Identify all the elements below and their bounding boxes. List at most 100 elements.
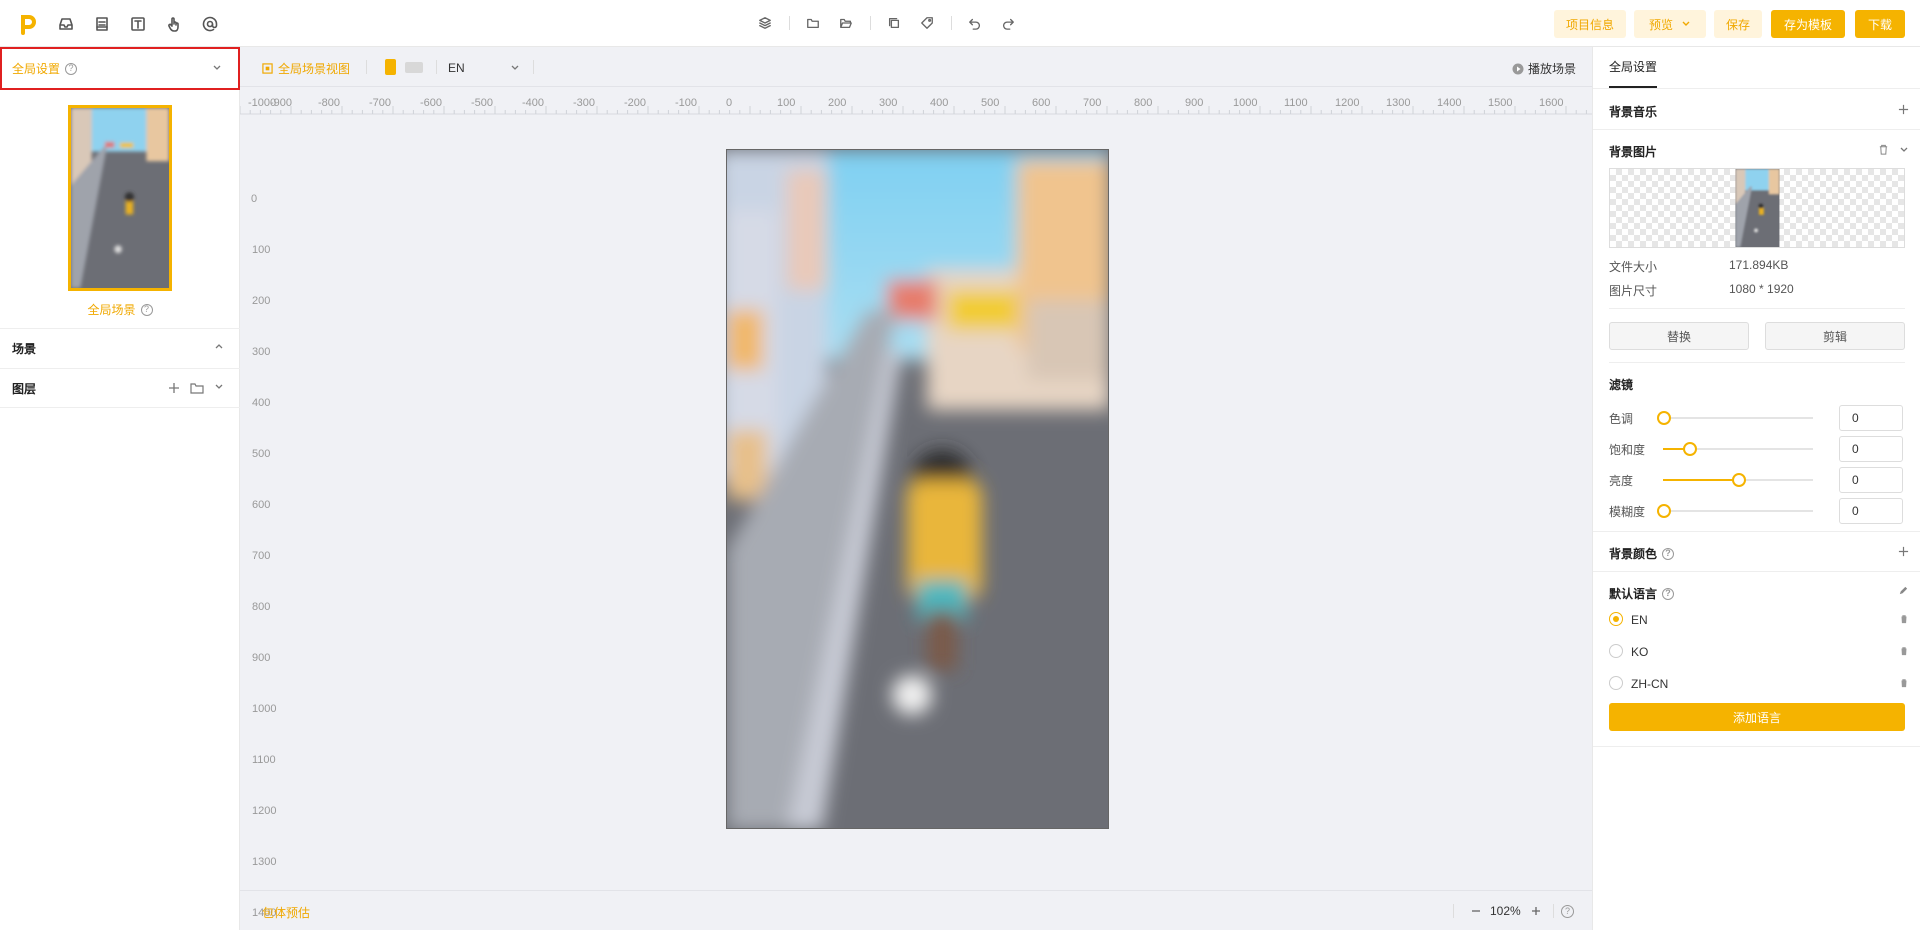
language-ko-label: KO: [1631, 645, 1649, 659]
global-scene-label[interactable]: 全局场景 ?: [0, 301, 240, 318]
download-label: 下载: [1867, 17, 1892, 32]
hue-slider[interactable]: [1657, 411, 1813, 425]
orientation-landscape[interactable]: [405, 62, 423, 73]
save-template-button[interactable]: 存为模板: [1771, 10, 1845, 38]
ruler-label: -900: [270, 97, 293, 109]
project-info-button[interactable]: 项目信息: [1554, 10, 1626, 38]
touch-icon[interactable]: [164, 14, 184, 34]
trash-icon[interactable]: [1899, 614, 1909, 624]
file-size-value: 171.894KB: [1729, 258, 1789, 272]
chevron-up-icon[interactable]: [214, 342, 224, 352]
zoom-out-icon[interactable]: [1471, 906, 1481, 916]
help-icon[interactable]: ?: [1561, 905, 1574, 918]
copy-icon[interactable]: [886, 15, 902, 31]
hue-value: 0: [1852, 411, 1859, 425]
blur-input[interactable]: 0: [1839, 498, 1903, 524]
chevron-down-icon[interactable]: [510, 63, 520, 73]
crop-label: 剪辑: [1822, 329, 1847, 344]
help-icon[interactable]: ?: [65, 62, 78, 75]
help-icon[interactable]: ?: [1662, 587, 1675, 600]
language-radio-zh-cn[interactable]: [1609, 676, 1623, 690]
plus-icon[interactable]: [1898, 546, 1909, 557]
global-scene-thumbnail[interactable]: [68, 105, 172, 291]
image-size-label: 图片尺寸: [1609, 284, 1658, 298]
crop-button[interactable]: 剪辑: [1765, 322, 1905, 350]
document-icon[interactable]: [92, 14, 112, 34]
slider-fill: [1663, 479, 1738, 481]
orientation-portrait[interactable]: [385, 59, 396, 75]
slider-handle[interactable]: [1657, 504, 1671, 518]
text-icon[interactable]: [128, 14, 148, 34]
add-language-button[interactable]: 添加语言: [1609, 703, 1905, 731]
chevron-down-icon[interactable]: [212, 63, 222, 73]
ruler-label: -600: [420, 97, 443, 109]
brightness-input[interactable]: 0: [1839, 467, 1903, 493]
tab-global-settings[interactable]: 全局设置: [1609, 47, 1658, 88]
at-icon[interactable]: [200, 14, 220, 34]
blur-slider[interactable]: [1657, 504, 1813, 518]
trash-icon[interactable]: [1878, 144, 1889, 155]
scene-canvas[interactable]: [726, 149, 1109, 829]
scenes-label: 场景: [12, 342, 37, 356]
help-icon[interactable]: ?: [140, 303, 153, 316]
bg-image-preview[interactable]: [1609, 168, 1905, 248]
language-select[interactable]: EN: [448, 61, 465, 75]
trash-icon[interactable]: [1899, 678, 1909, 688]
save-button[interactable]: 保存: [1714, 10, 1762, 38]
folder-open-icon[interactable]: [838, 15, 854, 31]
vertical-ruler: 0 100 200 300 400 500 600 700 800 900 10…: [240, 115, 280, 919]
plus-icon[interactable]: [1898, 104, 1909, 115]
language-radio-ko[interactable]: [1609, 644, 1623, 658]
hue-input[interactable]: 0: [1839, 405, 1903, 431]
scenes-section[interactable]: 场景: [0, 328, 240, 368]
folder-icon[interactable]: [805, 15, 821, 31]
filter-hue-label: 色调: [1609, 412, 1634, 426]
preview-button[interactable]: 预览: [1634, 10, 1706, 38]
bg-color-label: 背景颜色: [1609, 547, 1658, 561]
bundle-estimate-link[interactable]: 包体预估: [262, 904, 310, 921]
ruler-label: 1300: [252, 856, 277, 868]
play-scene-label: 播放场景: [1527, 62, 1576, 76]
replace-button[interactable]: 替换: [1609, 322, 1749, 350]
ruler-label: 500: [252, 448, 271, 460]
folder-icon[interactable]: [190, 382, 204, 394]
slider-handle[interactable]: [1732, 473, 1746, 487]
language-radio-en[interactable]: [1609, 612, 1623, 626]
view-icon: [262, 63, 273, 74]
zoom-in-icon[interactable]: [1531, 906, 1541, 916]
brightness-slider[interactable]: [1663, 473, 1813, 487]
redo-icon[interactable]: [1000, 15, 1016, 31]
plus-icon[interactable]: [168, 382, 180, 394]
left-panel: 全局设置 ? 全局场景 ? 场景 图层: [0, 47, 240, 930]
global-scene-text: 全局场景: [87, 303, 136, 317]
filter-row: 亮度 0: [1593, 466, 1920, 494]
layers-section[interactable]: 图层: [0, 368, 240, 408]
tab-label: 全局设置: [1609, 60, 1658, 74]
filter-row: 色调 0: [1593, 404, 1920, 432]
filter-brightness-label: 亮度: [1609, 474, 1634, 488]
chevron-down-icon[interactable]: [1899, 145, 1909, 155]
tag-icon[interactable]: [919, 15, 935, 31]
slider-handle[interactable]: [1682, 442, 1697, 456]
bg-color-section: 背景颜色?: [1593, 531, 1920, 571]
play-scene-button[interactable]: 播放场景: [1512, 60, 1576, 77]
slider-handle[interactable]: [1657, 411, 1671, 425]
trash-icon[interactable]: [1899, 646, 1909, 656]
global-view-button[interactable]: 全局场景视图: [262, 60, 350, 77]
download-button[interactable]: 下载: [1855, 10, 1905, 38]
chevron-down-icon[interactable]: [214, 382, 224, 392]
bg-image-label: 背景图片: [1609, 145, 1658, 159]
saturation-slider[interactable]: [1663, 442, 1813, 456]
help-icon[interactable]: ?: [1662, 547, 1675, 560]
layers-icon[interactable]: [757, 15, 773, 31]
ruler-label: 800: [252, 601, 271, 613]
top-toolbar: 项目信息 预览 保存 存为模板 下载: [0, 0, 1920, 47]
saturation-input[interactable]: 0: [1839, 436, 1903, 462]
undo-icon[interactable]: [967, 15, 983, 31]
ruler-label: 400: [930, 97, 949, 109]
global-settings-header[interactable]: 全局设置 ?: [0, 47, 240, 90]
language-en-label: EN: [1631, 613, 1648, 627]
edit-icon[interactable]: [1898, 585, 1909, 596]
inbox-icon[interactable]: [56, 14, 76, 34]
filter-label: 滤镜: [1609, 378, 1634, 392]
